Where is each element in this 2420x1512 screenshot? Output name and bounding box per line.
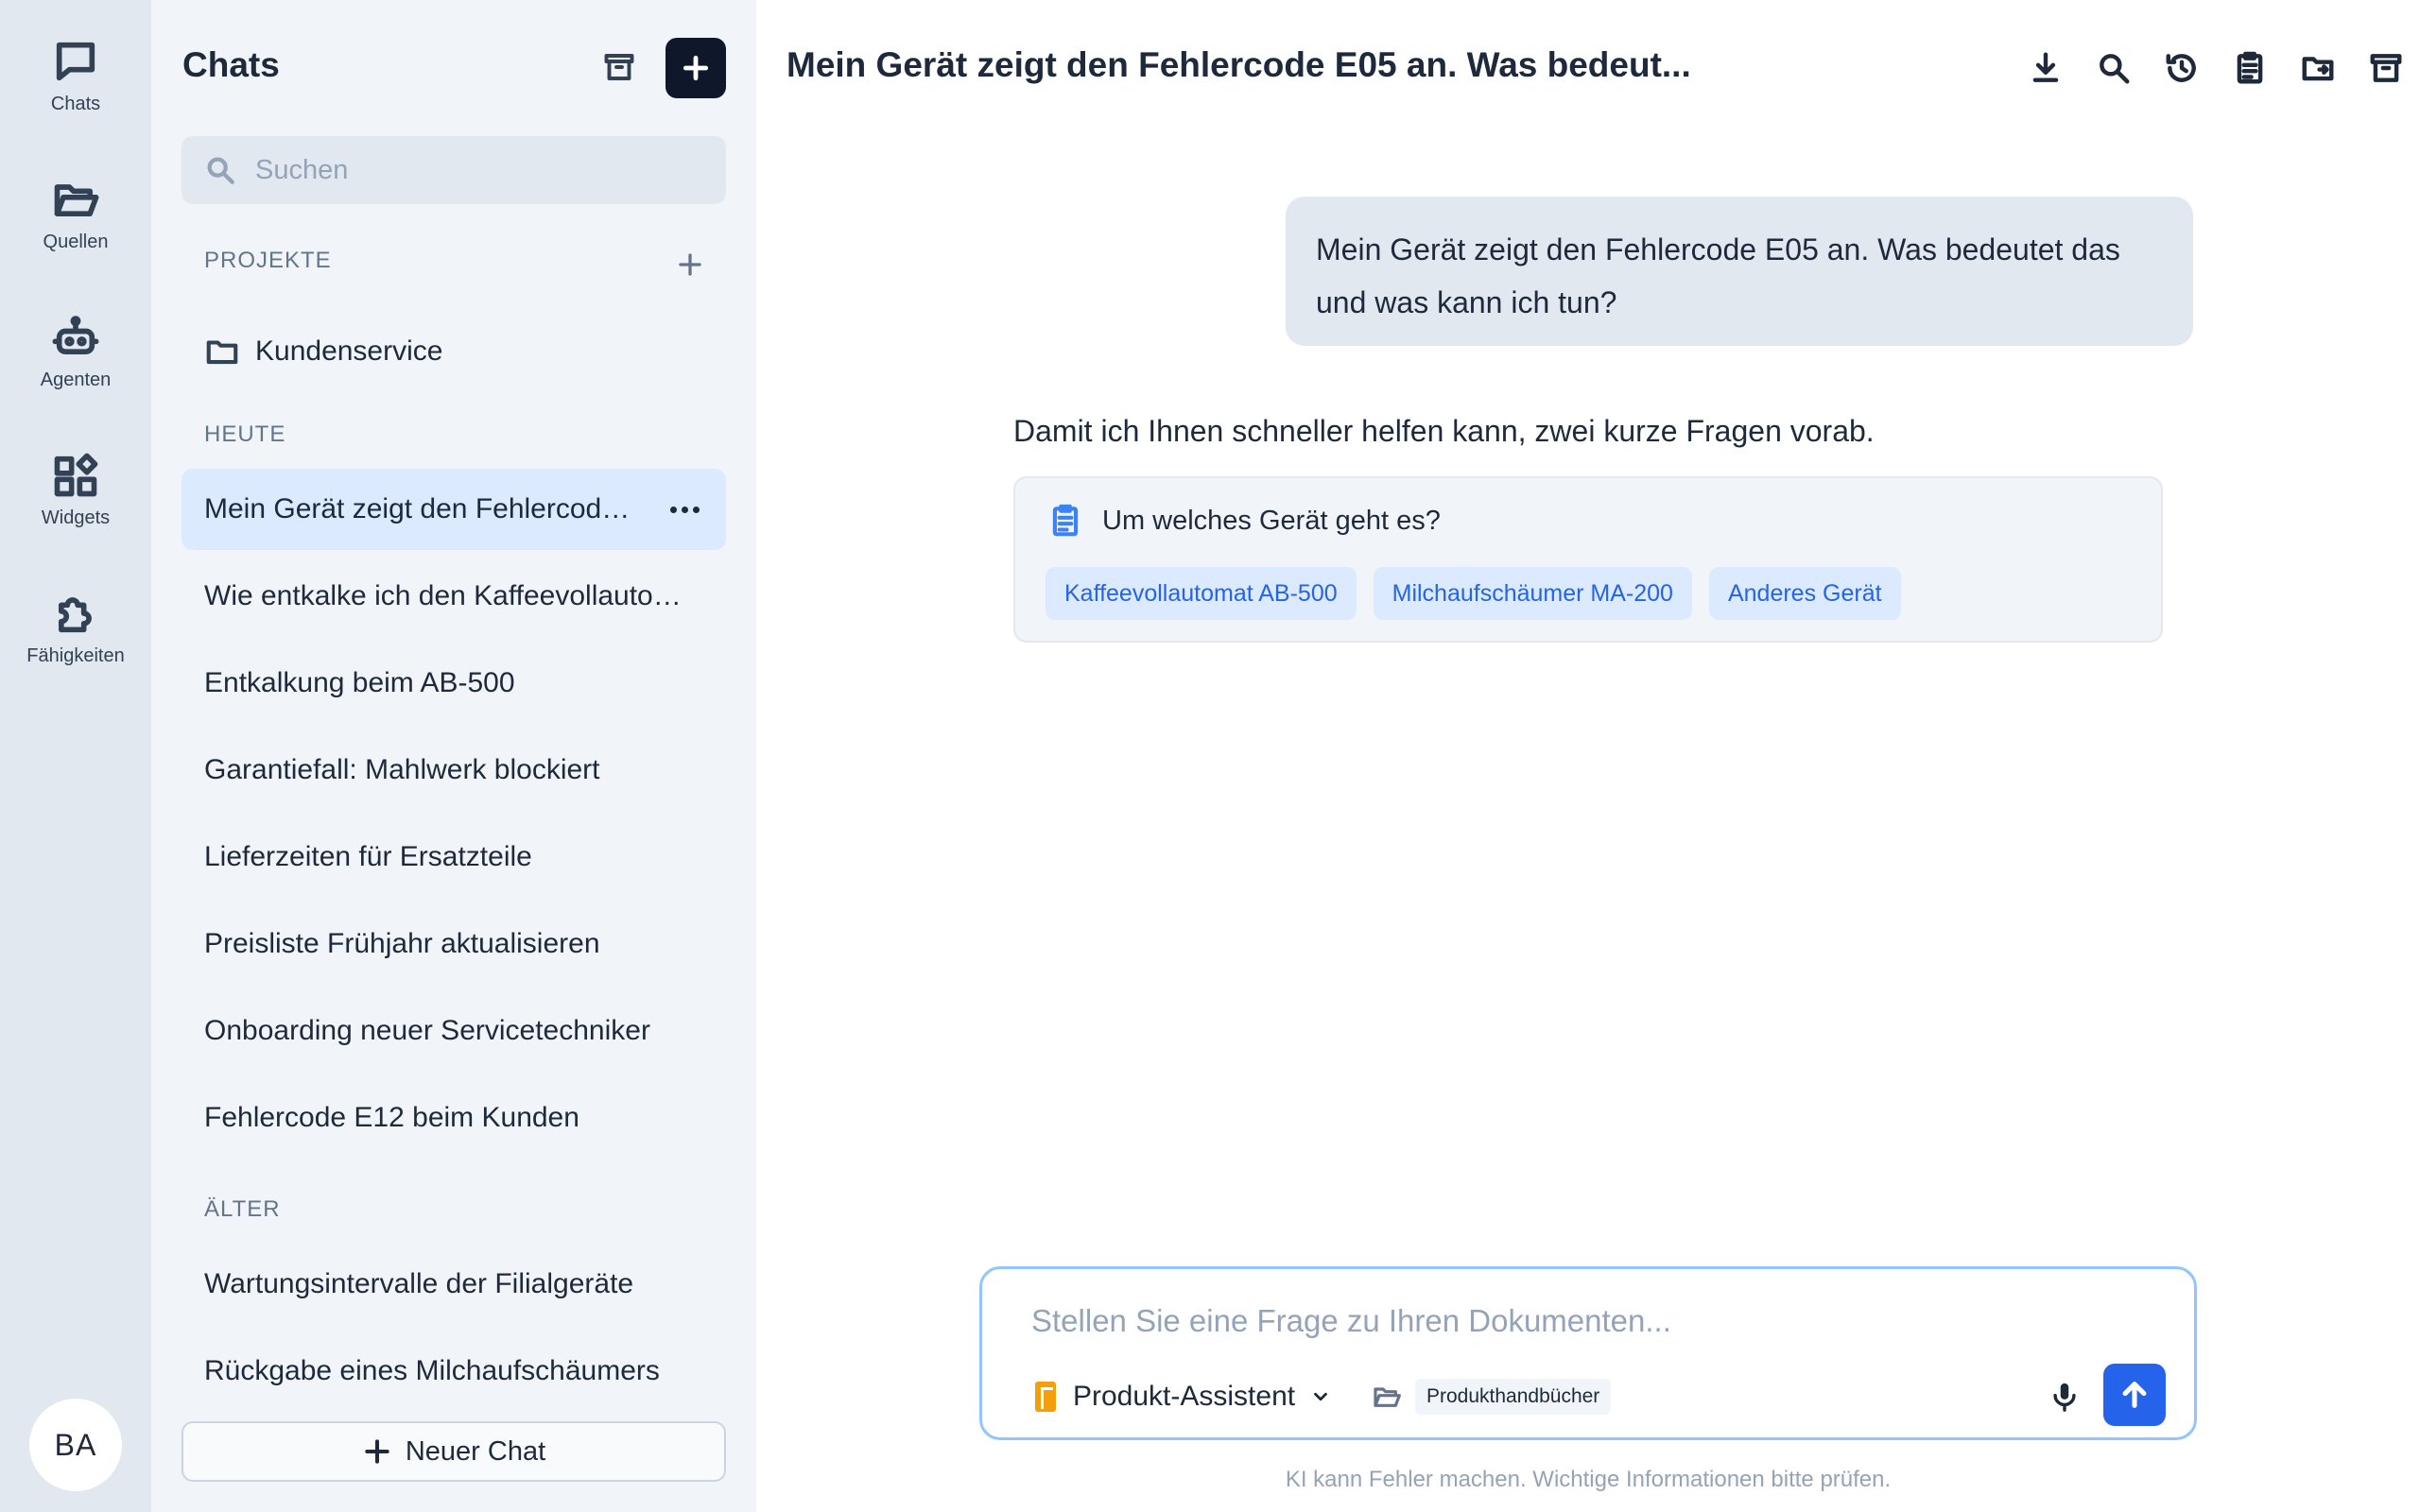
chat-item[interactable]: Fehlercode E12 beim Kunden [182, 1077, 726, 1159]
chat-item[interactable]: Garantiefall: Mahlwerk blockiert [182, 730, 726, 811]
download-icon [2032, 52, 2059, 82]
search-button[interactable] [2080, 42, 2148, 94]
clipboard-button[interactable] [2216, 42, 2284, 94]
chat-item-label: Preisliste Frühjahr aktualisieren [204, 928, 600, 959]
add-project-button[interactable] [673, 248, 707, 282]
sidebar-title: Chats [182, 45, 280, 84]
rail-item-faehigkeiten[interactable]: Fähigkeiten [0, 571, 151, 684]
new-chat-icon-button[interactable] [666, 38, 726, 98]
older-section-label: ÄLTER [204, 1196, 281, 1222]
chat-item-label: Mein Gerät zeigt den Fehlercode E05 an. … [204, 493, 639, 524]
today-section-label: HEUTE [204, 421, 286, 447]
chat-main: Mein Gerät zeigt den Fehlercode E05 an. … [756, 0, 2420, 1512]
rail-item-label: Quellen [43, 231, 109, 252]
archive-button[interactable] [596, 43, 643, 91]
new-chat-label: Neuer Chat [405, 1435, 546, 1467]
history-button[interactable] [2148, 42, 2216, 94]
assistant-message: Damit ich Ihnen schneller helfen kann, z… [1013, 414, 1875, 448]
rail-item-label: Widgets [41, 507, 111, 528]
chat-item-label: Garantiefall: Mahlwerk blockiert [204, 754, 600, 785]
chat-item[interactable]: Wie entkalke ich den Kaffeevollautomaten… [182, 556, 726, 637]
agent-icon [1035, 1382, 1056, 1412]
chat-item-label: Fehlercode E12 beim Kunden [204, 1102, 579, 1133]
source-label: Produkthandbücher [1415, 1379, 1612, 1415]
option-button[interactable]: Milchaufschäumer MA-200 [1373, 567, 1692, 620]
option-button[interactable]: Kaffeevollautomat AB-500 [1046, 567, 1357, 620]
agent-label: Produkt-Assistent [1073, 1381, 1296, 1412]
source-chip[interactable]: Produkthandbücher [1372, 1373, 1612, 1420]
chat-item[interactable]: Lieferzeiten für Ersatzteile [182, 816, 726, 898]
rail-item-label: Fähigkeiten [26, 644, 125, 666]
plus-icon [683, 55, 709, 81]
rail-item-agenten[interactable]: Agenten [0, 295, 151, 408]
microphone-icon [2053, 1383, 2076, 1412]
chat-item-label: Rückgabe eines Milchaufschäumers [204, 1355, 660, 1386]
search-input[interactable]: Suchen [182, 136, 726, 204]
chat-item[interactable]: Rückgabe eines Milchaufschäumers [182, 1331, 726, 1412]
option-button[interactable]: Anderes Gerät [1708, 567, 1901, 620]
microphone-button[interactable] [2043, 1375, 2086, 1418]
question-header: Um welches Gerät geht es? [1047, 503, 1441, 539]
chevron-down-icon [1310, 1386, 1331, 1407]
widgets-icon [54, 453, 98, 496]
message-input[interactable]: Stellen Sie eine Frage zu Ihren Dokument… [1031, 1303, 1671, 1339]
robot-icon [52, 315, 99, 354]
page-title: Mein Gerät zeigt den Fehlercode E05 an. … [786, 45, 1691, 84]
move-to-folder-button[interactable] [2284, 42, 2352, 94]
project-item-kundenservice[interactable]: Kundenservice [182, 323, 726, 380]
chat-toolbar [2012, 42, 2420, 94]
folder-open-icon [1374, 1387, 1401, 1407]
arrow-up-icon [2122, 1382, 2147, 1408]
avatar[interactable]: BA [29, 1399, 122, 1491]
search-icon [2100, 54, 2130, 84]
rail-item-widgets[interactable]: Widgets [0, 433, 151, 546]
chat-item-label: Lieferzeiten für Ersatzteile [204, 841, 532, 872]
disclaimer: KI kann Fehler machen. Wichtige Informat… [1285, 1467, 1892, 1492]
chat-item[interactable]: Wartungsintervalle der Filialgeräte [182, 1244, 726, 1325]
user-message: Mein Gerät zeigt den Fehlercode E05 an. … [1286, 197, 2193, 346]
archive-icon [2370, 54, 2402, 82]
app-rail: Chats Quellen Agenten Widgets Fähigkeite… [0, 0, 151, 1512]
send-button[interactable] [2103, 1364, 2166, 1426]
chat-bubble-icon [56, 42, 95, 80]
rail-item-quellen[interactable]: Quellen [0, 157, 151, 270]
plus-icon [365, 1439, 389, 1464]
more-options-button[interactable] [666, 493, 703, 525]
download-button[interactable] [2012, 42, 2080, 94]
history-icon [2166, 54, 2196, 82]
chat-item-label: Onboarding neuer Servicetechniker [204, 1015, 650, 1046]
search-icon [207, 157, 234, 184]
folder-move-icon [2302, 57, 2334, 81]
puzzle-icon [59, 596, 92, 632]
plus-icon [679, 253, 701, 276]
chat-item[interactable]: Entkalkung beim AB-500 [182, 643, 726, 724]
question-title: Um welches Gerät geht es? [1102, 505, 1441, 536]
new-chat-button[interactable]: Neuer Chat [182, 1421, 726, 1482]
clipboard-icon [1052, 504, 1079, 537]
folder-open-icon [54, 183, 99, 216]
question-options: Kaffeevollautomat AB-500 Milchaufschäume… [1046, 567, 1901, 620]
rail-item-label: Chats [50, 93, 101, 114]
folder-icon [206, 340, 238, 365]
archive-icon [604, 54, 634, 80]
agent-selector[interactable]: Produkt-Assistent [1035, 1371, 1331, 1422]
question-card: Um welches Gerät geht es? Kaffeevollauto… [1013, 476, 2163, 643]
search-placeholder: Suchen [255, 154, 349, 185]
projects-section-label: PROJEKTE [204, 248, 332, 273]
chat-item-label: Entkalkung beim AB-500 [204, 667, 515, 698]
chat-item[interactable]: Mein Gerät zeigt den Fehlercode E05 an. … [182, 469, 726, 550]
chat-item[interactable]: Onboarding neuer Servicetechniker [182, 990, 726, 1072]
rail-item-chats[interactable]: Chats [0, 19, 151, 132]
chat-item-label: Wie entkalke ich den Kaffeevollautomaten… [204, 580, 703, 611]
clipboard-icon [2237, 51, 2263, 84]
chat-item-label: Wartungsintervalle der Filialgeräte [204, 1268, 634, 1299]
chat-sidebar: Chats Suchen PROJEKTE Kundenservice HEUT… [151, 0, 756, 1512]
rail-item-label: Agenten [40, 369, 112, 390]
archive-chat-button[interactable] [2352, 42, 2420, 94]
chat-item[interactable]: Preisliste Frühjahr aktualisieren [182, 903, 726, 985]
message-composer: Stellen Sie eine Frage zu Ihren Dokument… [979, 1266, 2197, 1440]
project-label: Kundenservice [255, 335, 443, 367]
